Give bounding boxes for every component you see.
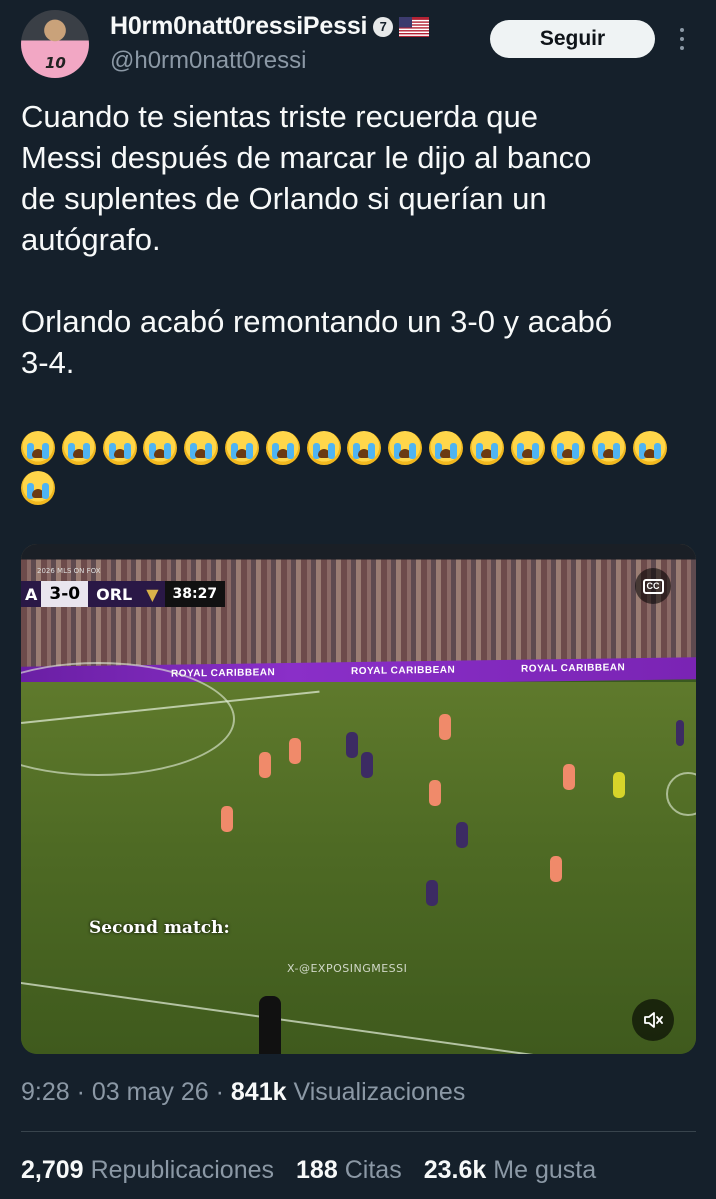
coach-silhouette — [259, 996, 281, 1054]
player — [361, 752, 373, 778]
emoji-row — [21, 431, 701, 511]
views-count: 841k — [230, 1078, 287, 1106]
follow-button[interactable]: Seguir — [490, 20, 655, 58]
number-badge: 7 — [373, 16, 394, 37]
unmute-button[interactable] — [632, 999, 674, 1041]
player — [259, 752, 271, 778]
scorebug-away-team: ORL — [88, 581, 141, 607]
video-overlay-caption: Second match: — [89, 918, 230, 938]
pitch-arc — [666, 772, 696, 816]
avatar-jersey-number: 10 — [45, 54, 66, 72]
loudly-crying-face-icon — [388, 431, 423, 465]
loudly-crying-face-icon — [265, 431, 300, 465]
loudly-crying-face-icon — [347, 431, 382, 465]
quotes-count: 188 — [296, 1156, 338, 1184]
player — [563, 764, 575, 790]
loudly-crying-face-icon — [306, 431, 341, 465]
scorebug: A 3-0 ORL ▼ 38:27 — [21, 581, 226, 607]
loudly-crying-face-icon — [21, 471, 55, 505]
football-pitch — [21, 662, 696, 1054]
loudly-crying-face-icon — [510, 431, 545, 465]
loudly-crying-face-icon — [184, 431, 219, 465]
video-watermark: X-@EXPOSINGMESSI — [287, 962, 408, 975]
quotes-label: Citas — [344, 1156, 402, 1184]
loudly-crying-face-icon — [143, 431, 178, 465]
video-player[interactable]: ROYAL CARIBBEAN ROYAL CARIBBEAN ROYAL CA… — [21, 544, 696, 1054]
board-text: ROYAL CARIBBEAN — [351, 664, 456, 678]
club-crest-icon: ▼ — [140, 581, 165, 607]
player — [456, 822, 468, 848]
captions-button[interactable]: CC — [635, 568, 671, 604]
scorebug-home-team: A — [21, 581, 42, 607]
player — [221, 806, 233, 832]
tweet-text: Cuando te sientas triste recuerda que Me… — [21, 99, 613, 380]
referee — [613, 772, 625, 798]
scorebug-league: 2026 MLS ON FOX — [37, 567, 101, 575]
quotes-stat[interactable]: 188 Citas — [296, 1156, 402, 1185]
player — [426, 880, 438, 906]
loudly-crying-face-icon — [102, 431, 137, 465]
author-display-name[interactable]: H0rm0natt0ressiPessi — [110, 12, 367, 41]
tweet-header: 10 H0rm0natt0ressiPessi 7 @h0rm0natt0res… — [0, 0, 716, 90]
author-name-row: H0rm0natt0ressiPessi 7 — [110, 12, 430, 41]
player — [439, 714, 451, 740]
engagement-stats: 2,709 Republicaciones 188 Citas 23.6k Me gu… — [21, 1156, 596, 1185]
loudly-crying-face-icon — [551, 431, 586, 465]
player — [346, 732, 358, 758]
player — [676, 720, 684, 746]
likes-stat[interactable]: 23.6k Me gusta — [424, 1156, 596, 1185]
loudly-crying-face-icon — [21, 431, 55, 465]
scorebug-score: 3-0 — [41, 581, 89, 607]
scorebug-clock: 38:27 — [164, 581, 226, 607]
author-handle[interactable]: @h0rm0natt0ressi — [110, 47, 306, 75]
author-avatar[interactable]: 10 — [21, 10, 89, 78]
divider — [21, 1131, 696, 1132]
loudly-crying-face-icon — [224, 431, 259, 465]
player — [289, 738, 301, 764]
reposts-count: 2,709 — [21, 1156, 84, 1184]
loudly-crying-face-icon — [632, 431, 667, 465]
reposts-label: Republicaciones — [90, 1156, 275, 1184]
likes-count: 23.6k — [423, 1156, 487, 1184]
player — [550, 856, 562, 882]
cc-icon: CC — [642, 578, 664, 594]
loudly-crying-face-icon — [469, 431, 504, 465]
us-flag-icon — [399, 16, 430, 37]
loudly-crying-face-icon — [61, 431, 96, 465]
speaker-muted-icon — [644, 1012, 663, 1028]
loudly-crying-face-icon — [428, 431, 463, 465]
reposts-stat[interactable]: 2,709 Republicaciones — [21, 1156, 274, 1185]
views-label: Visualizaciones — [293, 1078, 466, 1106]
more-options-icon[interactable] — [672, 22, 692, 56]
tweet-date[interactable]: 03 may 26 — [92, 1078, 209, 1106]
loudly-crying-face-icon — [592, 431, 627, 465]
tweet-time[interactable]: 9:28 — [21, 1078, 70, 1106]
likes-label: Me gusta — [493, 1156, 597, 1184]
player — [429, 780, 441, 806]
tweet-meta: 9:28 · 03 may 26 · 841k Visualizaciones — [21, 1078, 466, 1106]
board-text: ROYAL CARIBBEAN — [521, 662, 626, 675]
stadium-stands — [21, 544, 696, 674]
